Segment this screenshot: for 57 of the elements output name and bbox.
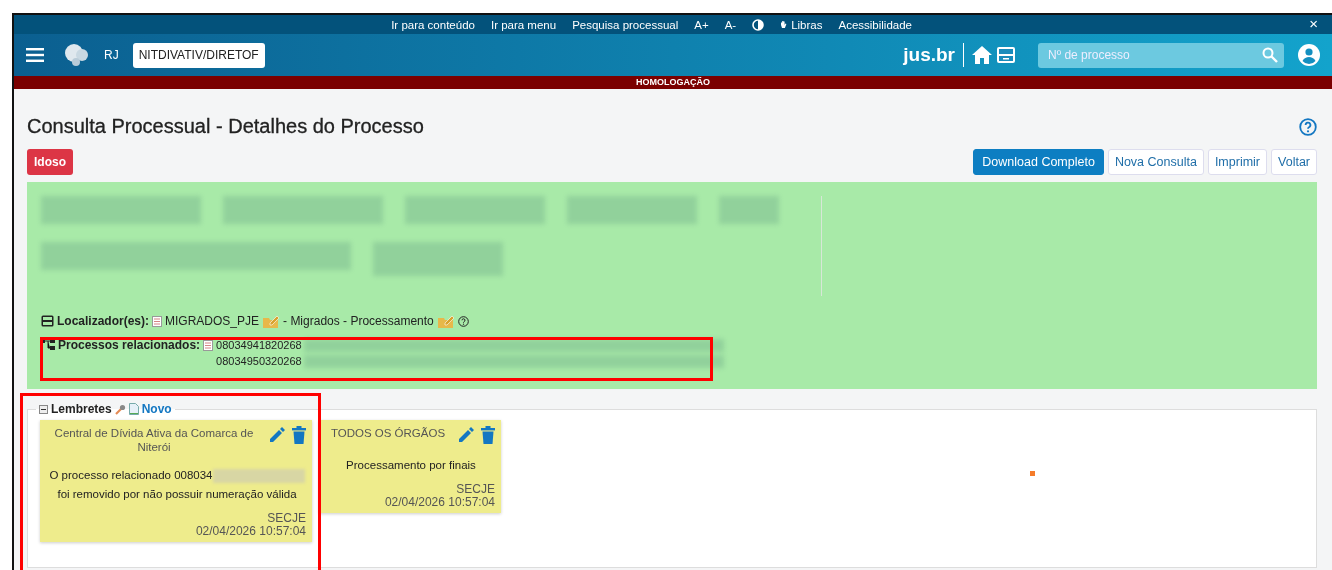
inbox-icon (41, 315, 54, 327)
pencil-icon[interactable] (268, 426, 286, 444)
accessibility-link[interactable]: Ir para conteúdo (391, 18, 475, 31)
reminder-text: O processo relacionado 008034 foi removido por não possuir numeração válida (48, 466, 306, 504)
inbox-icon[interactable] (996, 46, 1016, 64)
status-tag: Idoso (27, 149, 73, 175)
logo-icon (64, 43, 90, 67)
reminder-text: Processamento por finais (345, 458, 477, 473)
reminder-origin: TODOS OS ÓRGÃOS (329, 426, 447, 440)
locators-label: Localizador(es): (57, 314, 149, 328)
accessibility-link[interactable]: Acessibilidade (838, 18, 912, 31)
brand-logo[interactable]: jus.br (903, 44, 955, 66)
process-search-input[interactable]: Nº de processo (1046, 47, 1262, 63)
reminder-author: SECJE (455, 483, 495, 496)
action-button[interactable]: Voltar (1271, 149, 1317, 175)
close-button[interactable]: × (1309, 16, 1318, 32)
trash-icon[interactable] (481, 426, 495, 444)
menu-icon[interactable] (26, 48, 44, 62)
new-reminder-link[interactable]: Novo (141, 402, 172, 416)
process-number[interactable]: 08034950320268 (216, 355, 302, 367)
unit-select[interactable]: NITDIVATIV/DIRETOF (132, 42, 265, 68)
process-search-field[interactable]: Nº de processo (1038, 42, 1284, 68)
download-button[interactable]: Download Completo (973, 149, 1104, 175)
reminders-legend: Lembretes (51, 402, 112, 416)
state-label: RJ (104, 48, 119, 62)
process-number[interactable]: 08034941820268 (216, 339, 302, 351)
reminder-origin: Central de Dívida Ativa da Comarca de Niterói (53, 426, 255, 454)
document-icon (128, 403, 139, 415)
pencil-icon[interactable] (457, 426, 475, 444)
help-icon[interactable] (457, 315, 469, 327)
document-icon (152, 315, 162, 327)
reminder-timestamp: 02/04/2026 10:57:04 (194, 525, 306, 538)
user-avatar-icon[interactable] (1298, 44, 1320, 66)
trash-icon[interactable] (292, 426, 306, 444)
tree-icon (41, 339, 55, 350)
action-button[interactable]: Imprimir (1207, 149, 1268, 175)
contrast-icon[interactable] (752, 18, 765, 31)
related-processes-label: Processos relacionados: (58, 338, 201, 354)
accessibility-link[interactable]: Ir para menu (490, 18, 557, 31)
locator-code[interactable]: MIGRADOS_PJE (165, 314, 260, 328)
reminder-timestamp: 02/04/2026 10:57:04 (383, 496, 495, 509)
document-icon (203, 340, 214, 351)
help-icon[interactable] (1299, 117, 1317, 136)
home-icon[interactable] (972, 46, 992, 64)
accessibility-link[interactable]: A- (724, 18, 737, 31)
locator-description: - Migrados - Processamento (283, 314, 434, 328)
accessibility-link[interactable]: Pesquisa processual (572, 18, 679, 31)
action-button[interactable]: Nova Consulta (1107, 149, 1204, 175)
accessibility-link[interactable]: A+ (694, 18, 709, 31)
reminder-author: SECJE (266, 512, 306, 525)
environment-banner: HOMOLOGAÇÃO (14, 76, 1332, 89)
libras-link[interactable]: Libras (780, 18, 823, 31)
collapse-icon[interactable] (39, 404, 48, 414)
page-title: Consulta Processual - Detalhes do Processo (27, 115, 425, 138)
marker-square (1030, 471, 1035, 476)
hand-icon (780, 19, 789, 30)
wrench-icon[interactable] (114, 403, 126, 415)
